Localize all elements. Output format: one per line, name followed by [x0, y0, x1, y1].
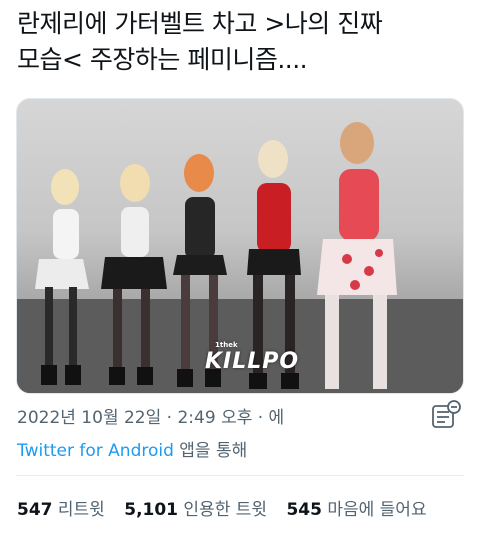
- media-watermark-text: KILLPO: [205, 349, 300, 374]
- media-watermark: 1thek KILLPO: [205, 341, 300, 374]
- tweet-source: Twitter for Android 앱을 통해: [17, 436, 247, 461]
- tweet-text-line-1: 란제리에 가터벨트 차고 >나의 진짜: [17, 9, 383, 38]
- quotes-count: 5,101: [124, 500, 179, 520]
- likes-label: 마음에 들어요: [327, 500, 427, 520]
- tweet-timestamp[interactable]: 2022년 10월 22일 · 2:49 오후 · 에: [17, 403, 284, 428]
- tweet-stats: 547 리트윗 5,101 인용한 트윗 545 마음에 들어요: [17, 495, 441, 520]
- retweets-stat[interactable]: 547 리트윗: [17, 500, 105, 520]
- source-suffix: 앱을 통해: [173, 441, 248, 461]
- tweet-analytics-icon[interactable]: [432, 400, 462, 430]
- tweet-media-video[interactable]: 1thek KILLPO: [16, 98, 464, 394]
- quotes-stat[interactable]: 5,101 인용한 트윗: [124, 500, 267, 520]
- meta-trailing: · 에: [257, 408, 285, 428]
- retweets-label: 리트윗: [57, 500, 105, 520]
- tweet-time: 2:49 오후: [177, 408, 253, 428]
- likes-stat[interactable]: 545 마음에 들어요: [286, 500, 426, 520]
- tweet-text: 란제리에 가터벨트 차고 >나의 진짜 모습< 주장하는 페미니즘....: [17, 6, 472, 78]
- analytics-icon: [432, 400, 461, 428]
- retweets-count: 547: [17, 500, 53, 520]
- source-app-link[interactable]: Twitter for Android: [17, 441, 174, 461]
- quotes-label: 인용한 트윗: [183, 500, 268, 520]
- tweet-date: 2022년 10월 22일: [17, 408, 162, 428]
- tweet-text-line-2: 모습< 주장하는 페미니즘....: [17, 45, 308, 74]
- divider: [16, 475, 464, 476]
- meta-separator: ·: [166, 408, 173, 428]
- media-watermark-small: 1thek: [215, 341, 238, 349]
- likes-count: 545: [286, 500, 322, 520]
